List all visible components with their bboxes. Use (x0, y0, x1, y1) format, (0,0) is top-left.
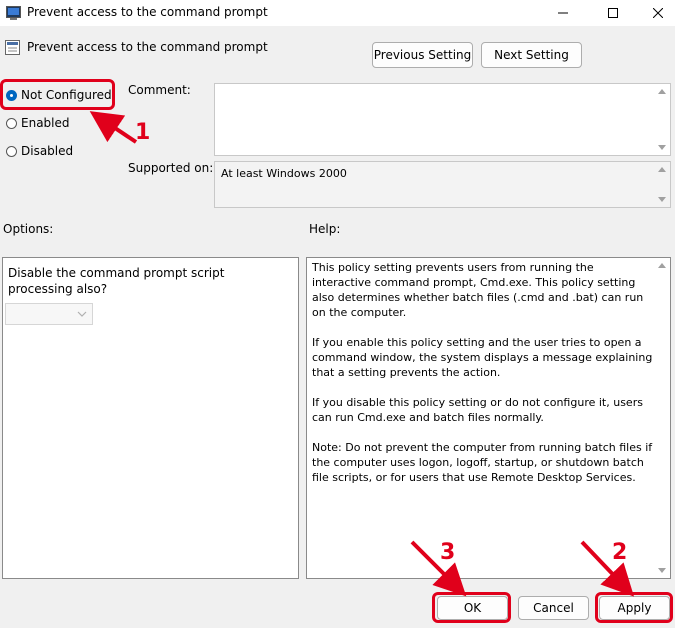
supported-on-label: Supported on: (128, 161, 214, 175)
scroll-down-icon[interactable] (658, 197, 666, 202)
options-dropdown[interactable] (5, 303, 93, 325)
options-panel: Disable the command prompt script proces… (2, 257, 299, 579)
comment-label: Comment: (128, 83, 191, 97)
help-paragraph: This policy setting prevents users from … (312, 261, 644, 319)
window-title: Prevent access to the command prompt (27, 5, 268, 19)
radio-label-enabled: Enabled (21, 116, 70, 130)
radio-label-disabled: Disabled (21, 144, 74, 158)
cancel-button[interactable]: Cancel (518, 596, 589, 620)
next-setting-button[interactable]: Next Setting (481, 42, 582, 68)
help-label: Help: (309, 222, 341, 236)
help-text: This policy setting prevents users from … (312, 260, 654, 500)
help-scrollbar[interactable] (655, 258, 670, 578)
supported-on-field: At least Windows 2000 (214, 161, 671, 208)
radio-unselected-icon (6, 145, 17, 157)
annotation-highlight-not-configured (0, 79, 115, 110)
annotation-highlight-ok (432, 592, 511, 623)
maximize-icon[interactable] (590, 0, 635, 26)
scroll-down-icon[interactable] (658, 568, 666, 573)
policy-icon (5, 40, 20, 55)
help-paragraph: If you enable this policy setting and th… (312, 336, 653, 379)
scroll-up-icon[interactable] (658, 89, 666, 94)
radio-disabled[interactable]: Disabled (6, 144, 73, 158)
help-paragraph: Note: Do not prevent the computer from r… (312, 441, 653, 484)
close-icon[interactable] (635, 0, 675, 26)
supported-on-value: At least Windows 2000 (221, 167, 347, 180)
radio-enabled[interactable]: Enabled (6, 116, 70, 130)
previous-setting-button[interactable]: Previous Setting (372, 42, 473, 68)
title-bar: Prevent access to the command prompt (0, 0, 675, 26)
options-text: Disable the command prompt script proces… (8, 266, 225, 296)
options-label: Options: (3, 222, 54, 236)
chevron-down-icon (77, 311, 87, 317)
window-app-icon (6, 6, 21, 20)
help-paragraph: If you disable this policy setting or do… (312, 396, 643, 424)
annotation-marker-3: 3 (440, 540, 456, 565)
scroll-up-icon[interactable] (658, 167, 666, 172)
annotation-marker-2: 2 (612, 540, 628, 565)
arrow-1-icon (89, 111, 138, 144)
radio-unselected-icon (6, 117, 17, 129)
annotation-marker-1: 1 (135, 120, 151, 145)
policy-name: Prevent access to the command prompt (27, 40, 268, 54)
annotation-highlight-apply (595, 592, 673, 623)
minimize-icon[interactable] (540, 0, 585, 26)
scroll-down-icon[interactable] (658, 145, 666, 150)
comment-scrollbar[interactable] (655, 84, 670, 155)
supported-scrollbar[interactable] (655, 162, 670, 207)
comment-textarea[interactable] (214, 83, 671, 156)
scroll-up-icon[interactable] (658, 263, 666, 268)
